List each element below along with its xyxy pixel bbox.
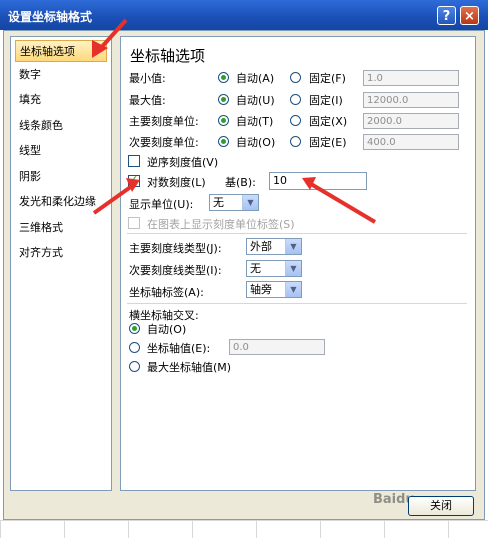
- format-axis-dialog: 设置坐标轴格式 ? × 坐标轴选项 数字 填充 线条颜色 线型 阴影 发光和柔化…: [0, 0, 488, 538]
- annotation-arrow-icon: [92, 178, 140, 215]
- annotation-arrows: [92, 18, 377, 224]
- annotation-arrow-icon: [92, 18, 128, 58]
- annotation-arrow-icon: [302, 177, 377, 224]
